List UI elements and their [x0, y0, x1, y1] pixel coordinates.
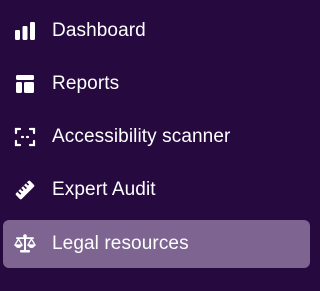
sidebar-nav: Dashboard Reports Accessibility scanner: [0, 0, 315, 291]
sidebar-item-label: Legal resources: [52, 233, 189, 254]
sidebar-item-legal-resources[interactable]: Legal resources: [3, 220, 310, 268]
sidebar-item-expert-audit[interactable]: Expert Audit: [3, 166, 310, 214]
sidebar-item-label: Accessibility scanner: [52, 126, 231, 147]
sidebar-item-label: Dashboard: [52, 20, 146, 41]
table-icon: [13, 72, 37, 96]
scan-icon: [13, 125, 37, 149]
bar-chart-icon: [13, 19, 37, 43]
sidebar-item-label: Reports: [52, 73, 120, 94]
scale-icon: [13, 232, 37, 256]
sidebar-item-label: Expert Audit: [52, 179, 156, 200]
sidebar-item-dashboard[interactable]: Dashboard: [3, 7, 310, 55]
ruler-icon: [13, 178, 37, 202]
sidebar-item-reports[interactable]: Reports: [3, 60, 310, 108]
sidebar-item-accessibility-scanner[interactable]: Accessibility scanner: [3, 113, 310, 161]
